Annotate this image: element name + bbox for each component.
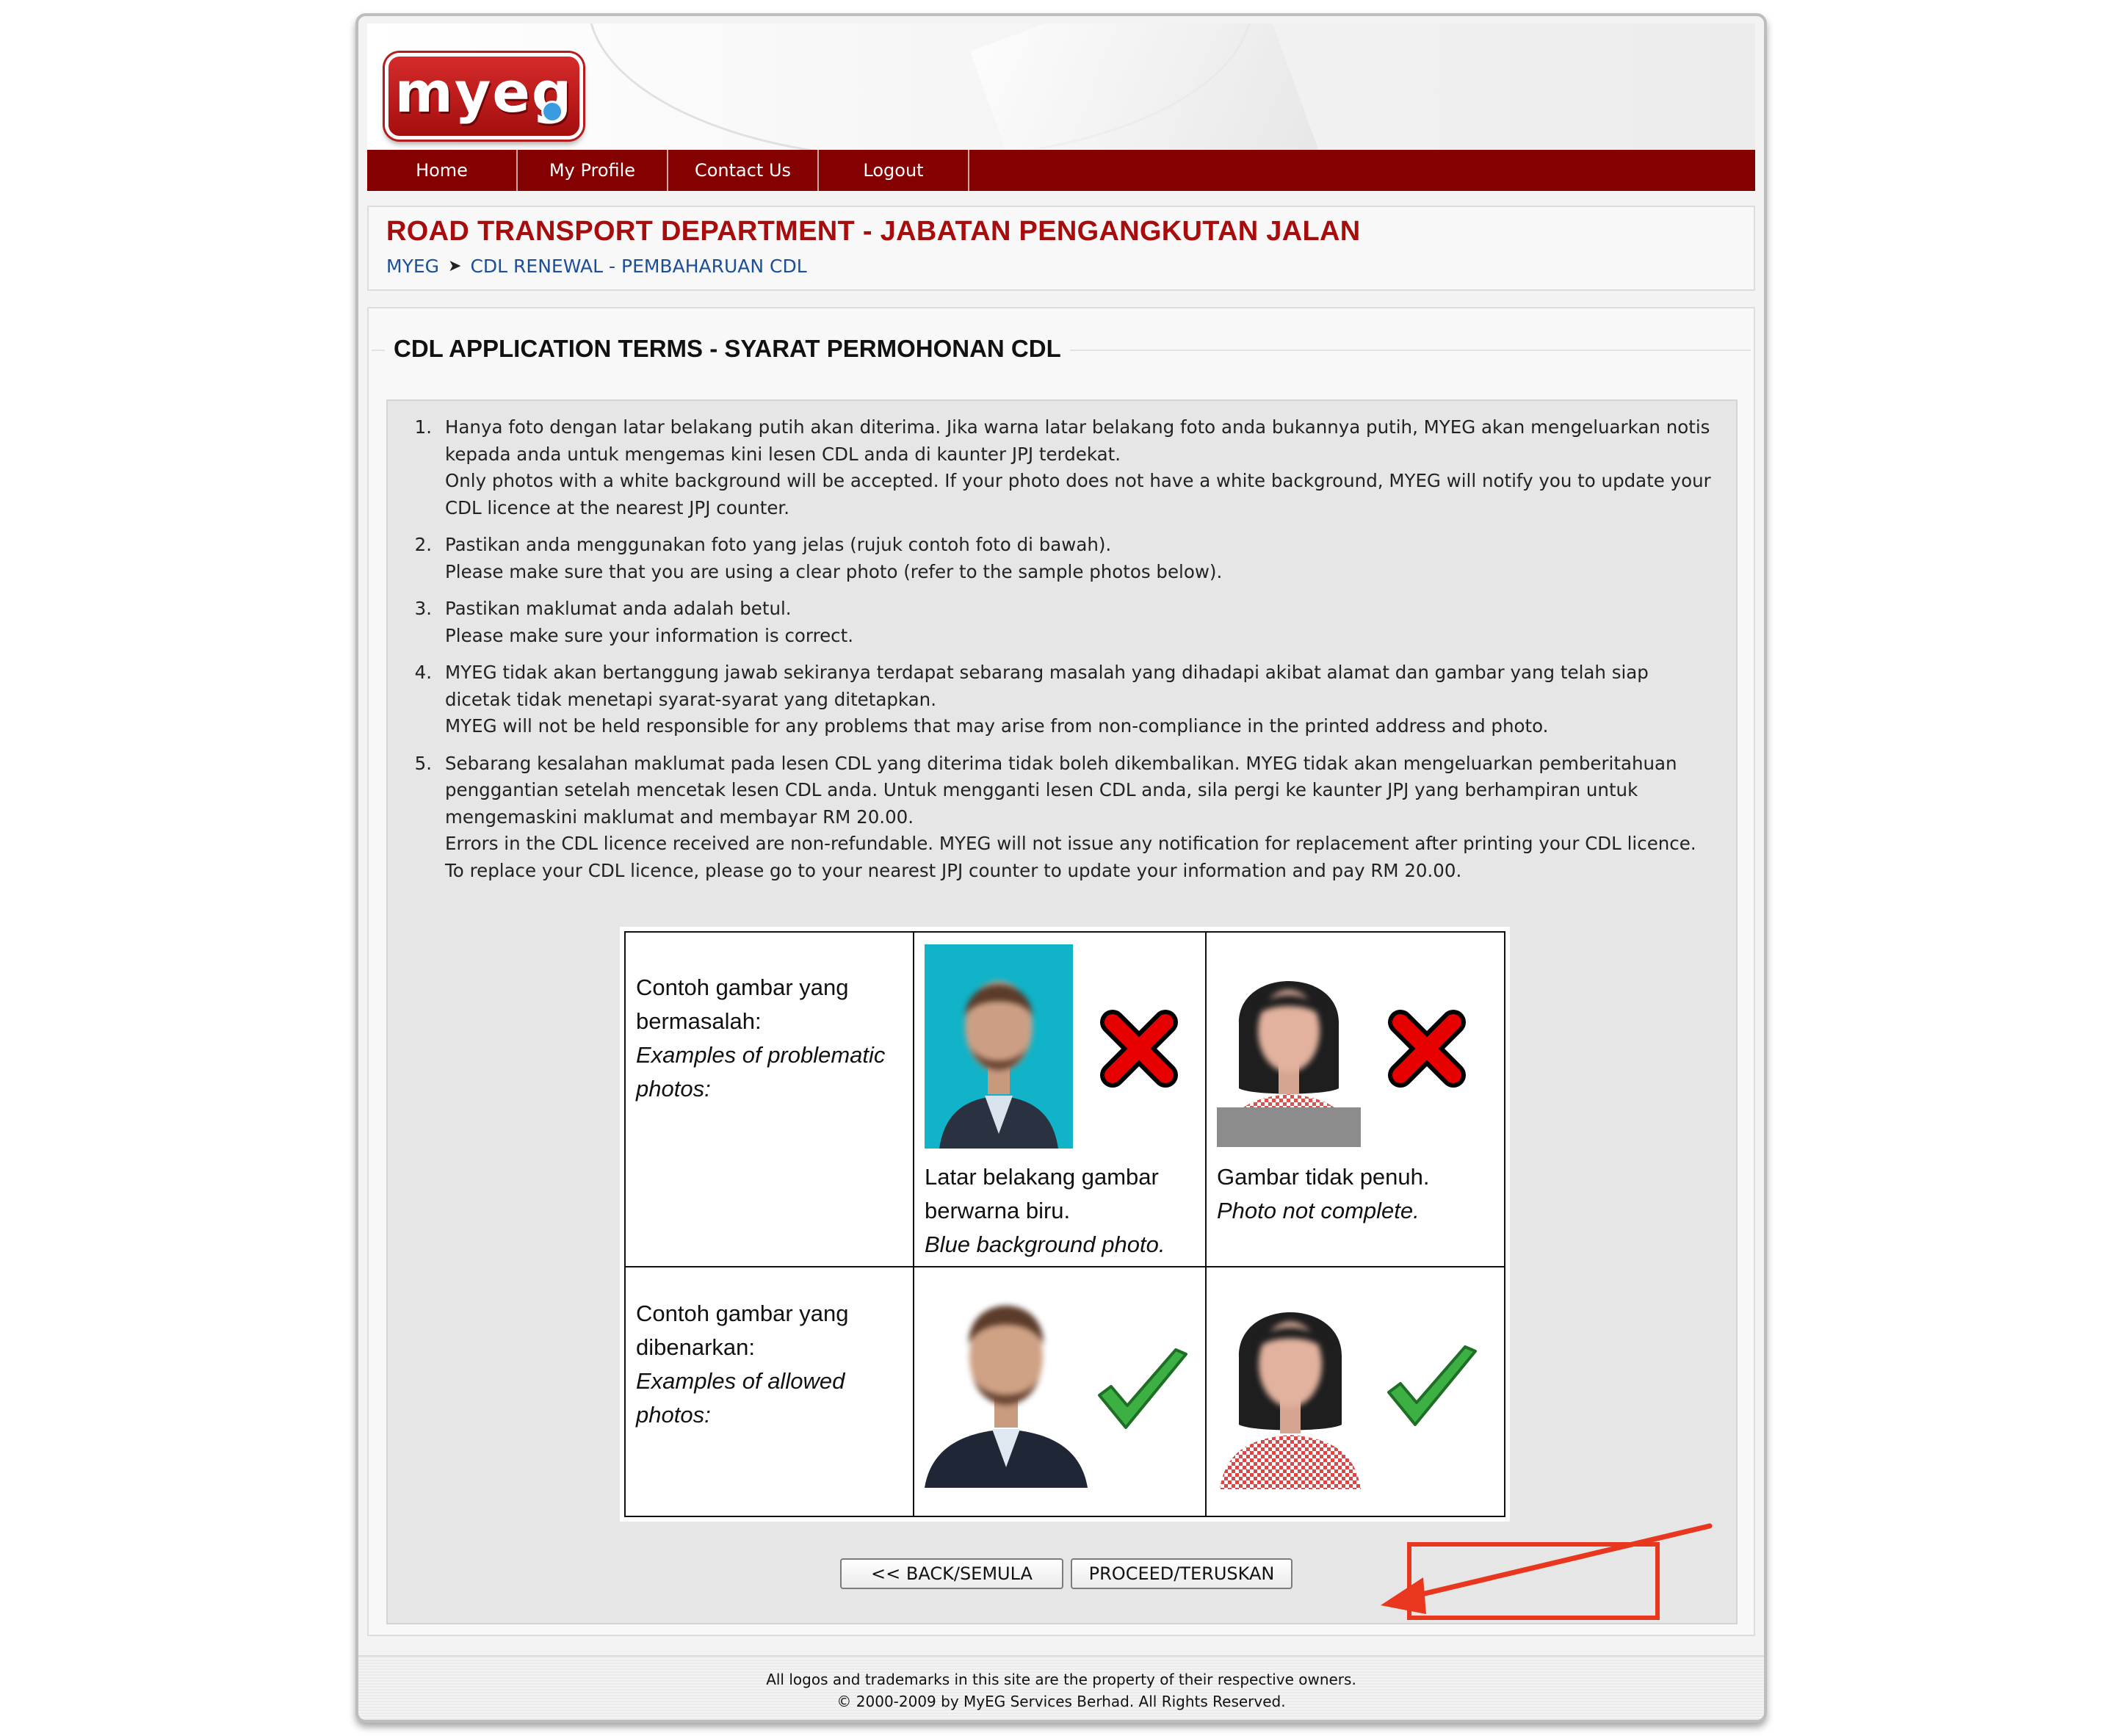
sample-photos-table: Contoh gambar yang bermasalah: Examples … bbox=[620, 927, 1510, 1522]
page-title-box: ROAD TRANSPORT DEPARTMENT - JABATAN PENG… bbox=[367, 206, 1755, 291]
term-text-ms: Hanya foto dengan latar belakang putih a… bbox=[445, 416, 1710, 465]
main-nav: Home My Profile Contact Us Logout bbox=[367, 150, 1755, 191]
accept-check-icon bbox=[1098, 1348, 1187, 1430]
footer-copyright-text: © 2000-2009 by MyEG Services Berhad. All… bbox=[836, 1693, 1286, 1710]
incomplete-photo-caption-ms: Gambar tidak penuh. bbox=[1217, 1164, 1430, 1190]
page-frame: myeg Home My Profile Contact Us Logout R… bbox=[355, 13, 1767, 1723]
term-text-en: Errors in the CDL licence received are n… bbox=[445, 833, 1696, 881]
blue-background-caption-en: Blue background photo. bbox=[925, 1232, 1165, 1257]
term-number: 1. bbox=[414, 416, 432, 438]
section-title: CDL APPLICATION TERMS - SYARAT PERMOHONA… bbox=[385, 335, 1070, 363]
term-text-ms: Pastikan anda menggunakan foto yang jela… bbox=[445, 534, 1112, 555]
term-text-en: Please make sure that you are using a cl… bbox=[445, 560, 1223, 582]
incomplete-photo-caption-en: Photo not complete. bbox=[1217, 1198, 1420, 1223]
allowed-woman-sample-cell bbox=[1205, 1266, 1505, 1517]
term-number: 3. bbox=[414, 598, 432, 619]
nav-my-profile[interactable]: My Profile bbox=[518, 150, 668, 191]
nav-home[interactable]: Home bbox=[367, 150, 518, 191]
term-number: 5. bbox=[414, 752, 432, 774]
breadcrumb-current-link[interactable]: CDL RENEWAL - PEMBAHARUAN CDL bbox=[470, 256, 806, 277]
problematic-label-en: Examples of problematic photos: bbox=[636, 1042, 886, 1102]
term-item: 5. Sebarang kesalahan maklumat pada lese… bbox=[402, 751, 1717, 885]
woman-photo-incomplete bbox=[1217, 944, 1361, 1147]
term-item: 2. Pastikan anda menggunakan foto yang j… bbox=[402, 532, 1717, 585]
man-photo-blue-background bbox=[925, 944, 1073, 1149]
proceed-button[interactable]: PROCEED/TERUSKAN bbox=[1071, 1558, 1292, 1589]
breadcrumb: MYEG ➤ CDL RENEWAL - PEMBAHARUAN CDL bbox=[386, 256, 807, 277]
header-decoration bbox=[969, 23, 1322, 150]
term-text-en: MYEG will not be held responsible for an… bbox=[445, 715, 1549, 737]
allowed-label-ms: Contoh gambar yang dibenarkan: bbox=[636, 1301, 849, 1361]
reject-x-icon bbox=[1100, 1010, 1178, 1088]
term-text-ms: Sebarang kesalahan maklumat pada lesen C… bbox=[445, 752, 1677, 828]
page-title: ROAD TRANSPORT DEPARTMENT - JABATAN PENG… bbox=[386, 216, 1361, 247]
myeg-logo[interactable]: myeg bbox=[385, 53, 583, 140]
term-text-ms: Pastikan maklumat anda adalah betul. bbox=[445, 598, 792, 619]
term-text-en: Please make sure your information is cor… bbox=[445, 624, 854, 646]
site-header: myeg bbox=[367, 23, 1755, 150]
site-footer: All logos and trademarks in this site ar… bbox=[358, 1655, 1764, 1720]
term-text-ms: MYEG tidak akan bertanggung jawab sekira… bbox=[445, 662, 1649, 710]
breadcrumb-arrow-icon: ➤ bbox=[448, 257, 462, 275]
breadcrumb-root-link[interactable]: MYEG bbox=[386, 256, 439, 277]
problematic-label-cell: Contoh gambar yang bermasalah: Examples … bbox=[624, 930, 914, 1268]
incomplete-photo-sample-cell: Gambar tidak penuh. Photo not complete. bbox=[1205, 930, 1505, 1268]
woman-photo-white-background bbox=[1217, 1275, 1364, 1490]
annotation-arrow-icon bbox=[1381, 1523, 1713, 1614]
term-text-en: Only photos with a white background will… bbox=[445, 470, 1711, 518]
allowed-label-cell: Contoh gambar yang dibenarkan: Examples … bbox=[624, 1266, 914, 1517]
term-number: 4. bbox=[414, 662, 432, 683]
terms-list: 1. Hanya foto dengan latar belakang puti… bbox=[402, 414, 1717, 894]
term-item: 3. Pastikan maklumat anda adalah betul. P… bbox=[402, 596, 1717, 649]
back-button[interactable]: << BACK/SEMULA bbox=[840, 1558, 1063, 1589]
footer-trademark-text: All logos and trademarks in this site ar… bbox=[766, 1671, 1356, 1688]
terms-section: CDL APPLICATION TERMS - SYARAT PERMOHONA… bbox=[367, 307, 1755, 1636]
term-item: 1. Hanya foto dengan latar belakang puti… bbox=[402, 414, 1717, 521]
problematic-label-ms: Contoh gambar yang bermasalah: bbox=[636, 974, 849, 1034]
accept-check-icon bbox=[1387, 1345, 1477, 1427]
logo-globe-icon bbox=[541, 101, 563, 123]
reject-x-icon bbox=[1388, 1010, 1466, 1088]
nav-logout[interactable]: Logout bbox=[819, 150, 969, 191]
blue-background-sample-cell: Latar belakang gambar berwarna biru. Blu… bbox=[913, 930, 1207, 1268]
nav-contact-us[interactable]: Contact Us bbox=[668, 150, 819, 191]
term-item: 4. MYEG tidak akan bertanggung jawab sek… bbox=[402, 659, 1717, 740]
term-number: 2. bbox=[414, 534, 432, 555]
blue-background-caption-ms: Latar belakang gambar berwarna biru. bbox=[925, 1164, 1159, 1223]
terms-panel: 1. Hanya foto dengan latar belakang puti… bbox=[386, 399, 1738, 1624]
allowed-label-en: Examples of allowed photos: bbox=[636, 1368, 845, 1428]
man-photo-white-background bbox=[925, 1275, 1088, 1489]
allowed-man-sample-cell bbox=[913, 1266, 1207, 1517]
